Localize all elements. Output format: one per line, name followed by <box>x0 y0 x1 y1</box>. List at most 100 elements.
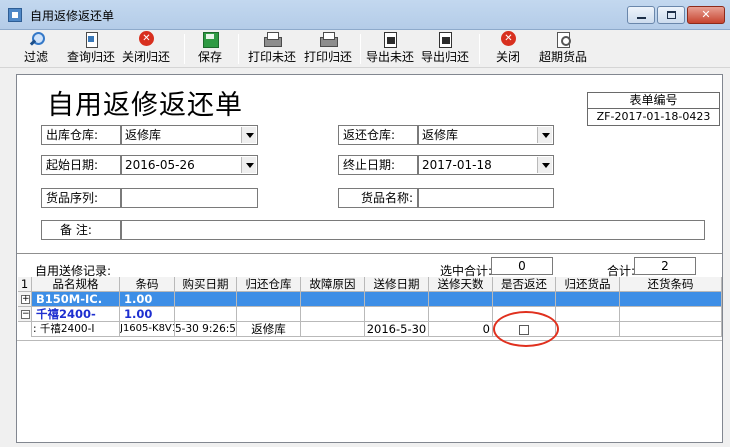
cell-purchase-date: 5-30 9:26:51 <box>175 322 237 337</box>
cell-name: 千禧2400- <box>32 307 120 322</box>
out-warehouse-select[interactable]: 返修库 <box>121 125 258 145</box>
maximize-icon <box>667 11 676 19</box>
collapse-icon[interactable]: − <box>21 310 30 319</box>
col-header-return-goods[interactable]: 归还货品 <box>556 277 620 292</box>
query-return-button[interactable]: 查询归还 <box>66 31 116 67</box>
cell-return-warehouse <box>237 307 301 322</box>
toolbar-separator <box>479 34 480 64</box>
goods-name-label: 货品名称: <box>338 188 418 208</box>
col-header-repair-date[interactable]: 送修日期 <box>365 277 429 292</box>
print-unreturned-button[interactable]: 打印未还 <box>247 31 297 67</box>
start-date-label: 起始日期: <box>41 155 121 175</box>
export-unreturned-button[interactable]: 导出未还 <box>365 31 415 67</box>
cell-name: B150M-IC. <box>32 292 120 307</box>
row-expander-cell[interactable]: + <box>18 292 32 307</box>
col-header-name[interactable]: 品名规格 <box>32 277 120 292</box>
table-row[interactable]: : 千禧2400-I J1605-K8V1207 5-30 9:26:51 返修… <box>18 322 722 337</box>
cell-return-goods[interactable] <box>556 322 620 337</box>
remark-input[interactable] <box>121 220 705 240</box>
cell-repair-date <box>365 307 429 322</box>
table-row[interactable]: − 千禧2400- 1.00 <box>18 307 722 322</box>
print-unreturned-label: 打印未还 <box>247 50 296 64</box>
close-return-label: 关闭归还 <box>121 50 170 64</box>
return-warehouse-select[interactable]: 返修库 <box>418 125 554 145</box>
goods-name-input[interactable] <box>418 188 554 208</box>
close-button[interactable]: 关闭 <box>494 31 522 67</box>
toolbar: 过滤 查询归还 关闭归还 保存 打印未还 打印归还 导出未还 <box>0 30 730 68</box>
export-icon <box>437 31 453 49</box>
toolbar-separator <box>360 34 361 64</box>
toolbar-separator <box>238 34 239 64</box>
close-circle-icon <box>138 31 154 49</box>
cell-return-barcode <box>620 292 722 307</box>
save-label: 保存 <box>197 50 222 64</box>
cell-returned <box>493 292 556 307</box>
doc-number-label: 表单编号 <box>588 93 719 109</box>
remark-label: 备 注: <box>41 220 121 240</box>
table-row[interactable]: + B150M-IC. 1.00 <box>18 292 722 307</box>
end-date-label: 终止日期: <box>338 155 418 175</box>
col-header-return-warehouse[interactable]: 归还仓库 <box>237 277 301 292</box>
grid-bottom-border <box>17 340 722 341</box>
form-panel: 自用返修返还单 表单编号 ZF-2017-01-18-0423 出库仓库: 返修… <box>16 74 723 443</box>
cell-barcode: 1.00 <box>120 307 175 322</box>
col-header-return-barcode[interactable]: 还货条码 <box>620 277 722 292</box>
cell-fault-reason <box>301 322 365 337</box>
chevron-down-icon[interactable] <box>241 157 256 173</box>
cell-barcode: J1605-K8V1207 <box>120 322 175 337</box>
doc-number-box: 表单编号 ZF-2017-01-18-0423 <box>587 92 720 126</box>
highlight-circle-annotation <box>493 311 559 347</box>
row-expander-cell[interactable]: − <box>18 307 32 322</box>
cell-repair-days: 0 <box>429 322 493 337</box>
export-returned-button[interactable]: 导出归还 <box>420 31 470 67</box>
toolbar-separator <box>184 34 185 64</box>
grid-header-row: 1 品名规格 条码 购买日期 归还仓库 故障原因 送修日期 送修天数 是否返还 … <box>18 277 722 292</box>
overdue-goods-label: 超期货品 <box>538 50 587 64</box>
filter-label: 过滤 <box>23 50 48 64</box>
export-icon <box>382 31 398 49</box>
cell-return-barcode[interactable] <box>620 322 722 337</box>
total-value: 2 <box>634 257 696 275</box>
printer-icon <box>263 31 282 49</box>
start-date-value: 2016-05-26 <box>125 158 195 172</box>
col-header-barcode[interactable]: 条码 <box>120 277 175 292</box>
cell-fault-reason <box>301 307 365 322</box>
expand-icon[interactable]: + <box>21 295 30 304</box>
chevron-down-icon[interactable] <box>241 127 256 143</box>
chevron-down-icon[interactable] <box>537 157 552 173</box>
end-date-picker[interactable]: 2017-01-18 <box>418 155 554 175</box>
out-warehouse-value: 返修库 <box>125 128 162 142</box>
filter-button[interactable]: 过滤 <box>21 31 51 67</box>
col-header-repair-days[interactable]: 送修天数 <box>429 277 493 292</box>
minimize-button[interactable] <box>627 6 655 24</box>
col-header-purchase-date[interactable]: 购买日期 <box>175 277 237 292</box>
export-returned-label: 导出归还 <box>420 50 469 64</box>
start-date-picker[interactable]: 2016-05-26 <box>121 155 258 175</box>
goods-serial-label: 货品序列: <box>41 188 121 208</box>
divider <box>17 253 722 254</box>
close-window-button[interactable]: ✕ <box>687 6 725 24</box>
app-icon <box>8 8 22 22</box>
overdue-goods-button[interactable]: 超期货品 <box>538 31 588 67</box>
return-warehouse-label: 返还仓库: <box>338 125 418 145</box>
maximize-button[interactable] <box>657 6 685 24</box>
cell-repair-days <box>429 292 493 307</box>
minimize-icon <box>637 17 646 19</box>
goods-serial-input[interactable] <box>121 188 258 208</box>
grid-corner: 1 <box>18 277 32 292</box>
printer-icon <box>319 31 338 49</box>
document-icon <box>83 31 99 49</box>
col-header-fault-reason[interactable]: 故障原因 <box>301 277 365 292</box>
col-header-returned[interactable]: 是否返还 <box>493 277 556 292</box>
title-bar: 自用返修返还单 ✕ <box>0 0 730 30</box>
cell-return-goods <box>556 307 620 322</box>
cell-purchase-date <box>175 292 237 307</box>
close-icon: ✕ <box>701 8 711 21</box>
cell-return-goods <box>556 292 620 307</box>
print-returned-button[interactable]: 打印归还 <box>303 31 353 67</box>
app-window: 自用返修返还单 ✕ 过滤 查询归还 关闭归还 保存 打印未还 打印 <box>0 0 730 447</box>
close-return-button[interactable]: 关闭归还 <box>121 31 171 67</box>
cell-repair-date: 2016-5-30 <box>365 322 429 337</box>
chevron-down-icon[interactable] <box>537 127 552 143</box>
save-button[interactable]: 保存 <box>195 31 225 67</box>
